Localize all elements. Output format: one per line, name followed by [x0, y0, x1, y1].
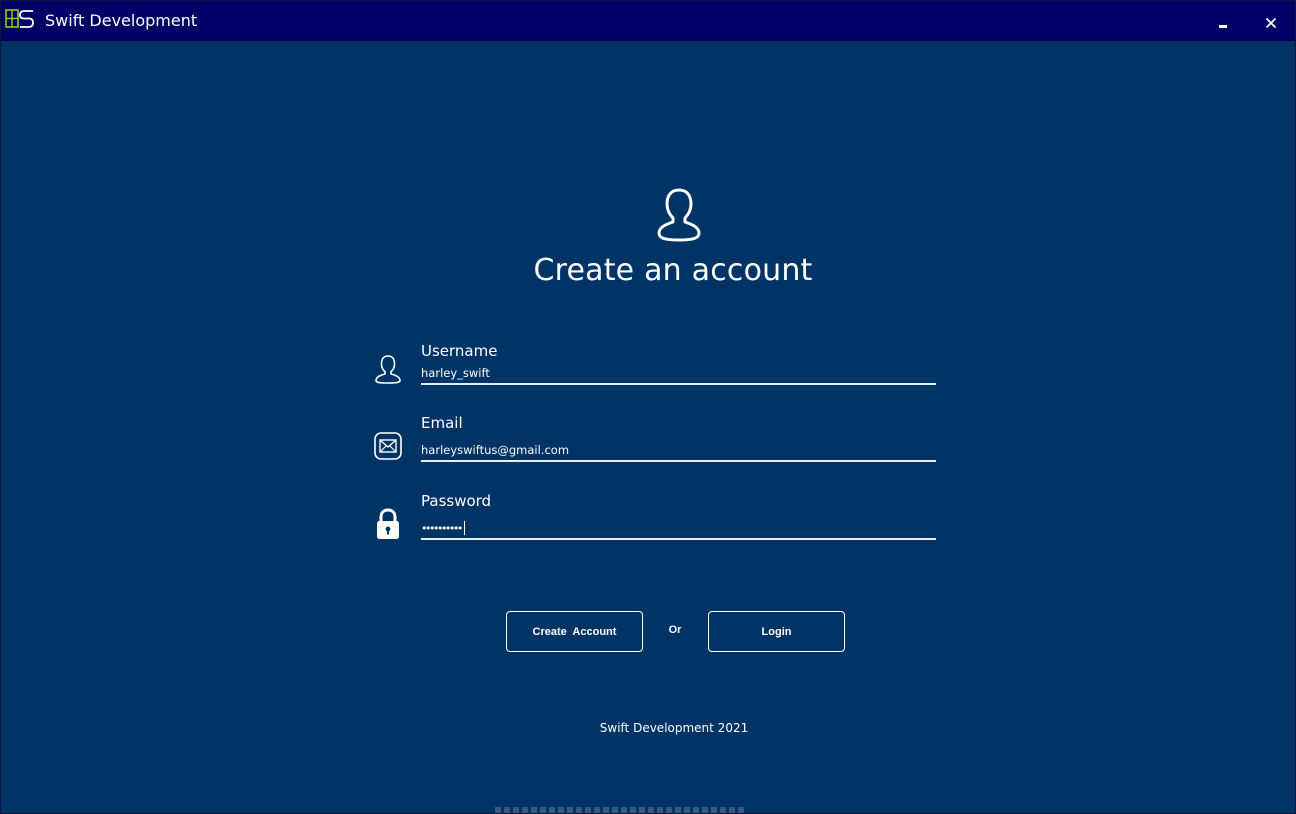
password-input[interactable] — [421, 518, 936, 540]
lock-icon — [377, 508, 399, 539]
close-button[interactable] — [1257, 9, 1285, 37]
minimize-button[interactable] — [1209, 9, 1237, 37]
window-title: Swift Development — [45, 11, 198, 30]
footer-text: Swift Development 2021 — [599, 721, 749, 735]
password-dots: •••••••••• — [421, 521, 463, 535]
username-label: Username — [421, 342, 498, 360]
profile-icon — [657, 188, 701, 242]
password-label: Password — [421, 492, 492, 510]
title-bar[interactable]: Swift Development — [1, 1, 1295, 41]
app-window: Swift Development Create an account User… — [0, 0, 1296, 814]
email-input[interactable] — [421, 440, 936, 462]
user-icon — [375, 355, 401, 384]
email-label: Email — [421, 414, 463, 432]
envelope-icon — [374, 432, 402, 460]
close-icon — [1265, 17, 1277, 29]
or-separator: Or — [668, 624, 682, 636]
text-caret — [463, 521, 465, 535]
page-heading: Create an account — [1, 253, 1295, 288]
login-button[interactable]: Login — [708, 611, 845, 652]
faded-background-text — [495, 807, 747, 813]
app-logo-icon — [5, 9, 34, 28]
create-account-button[interactable]: Create Account — [506, 611, 643, 652]
page-heading-text: Create an account — [533, 253, 813, 288]
minimize-icon — [1219, 25, 1227, 28]
password-masked-value: •••••••••• — [421, 517, 465, 539]
username-input[interactable] — [421, 363, 936, 385]
